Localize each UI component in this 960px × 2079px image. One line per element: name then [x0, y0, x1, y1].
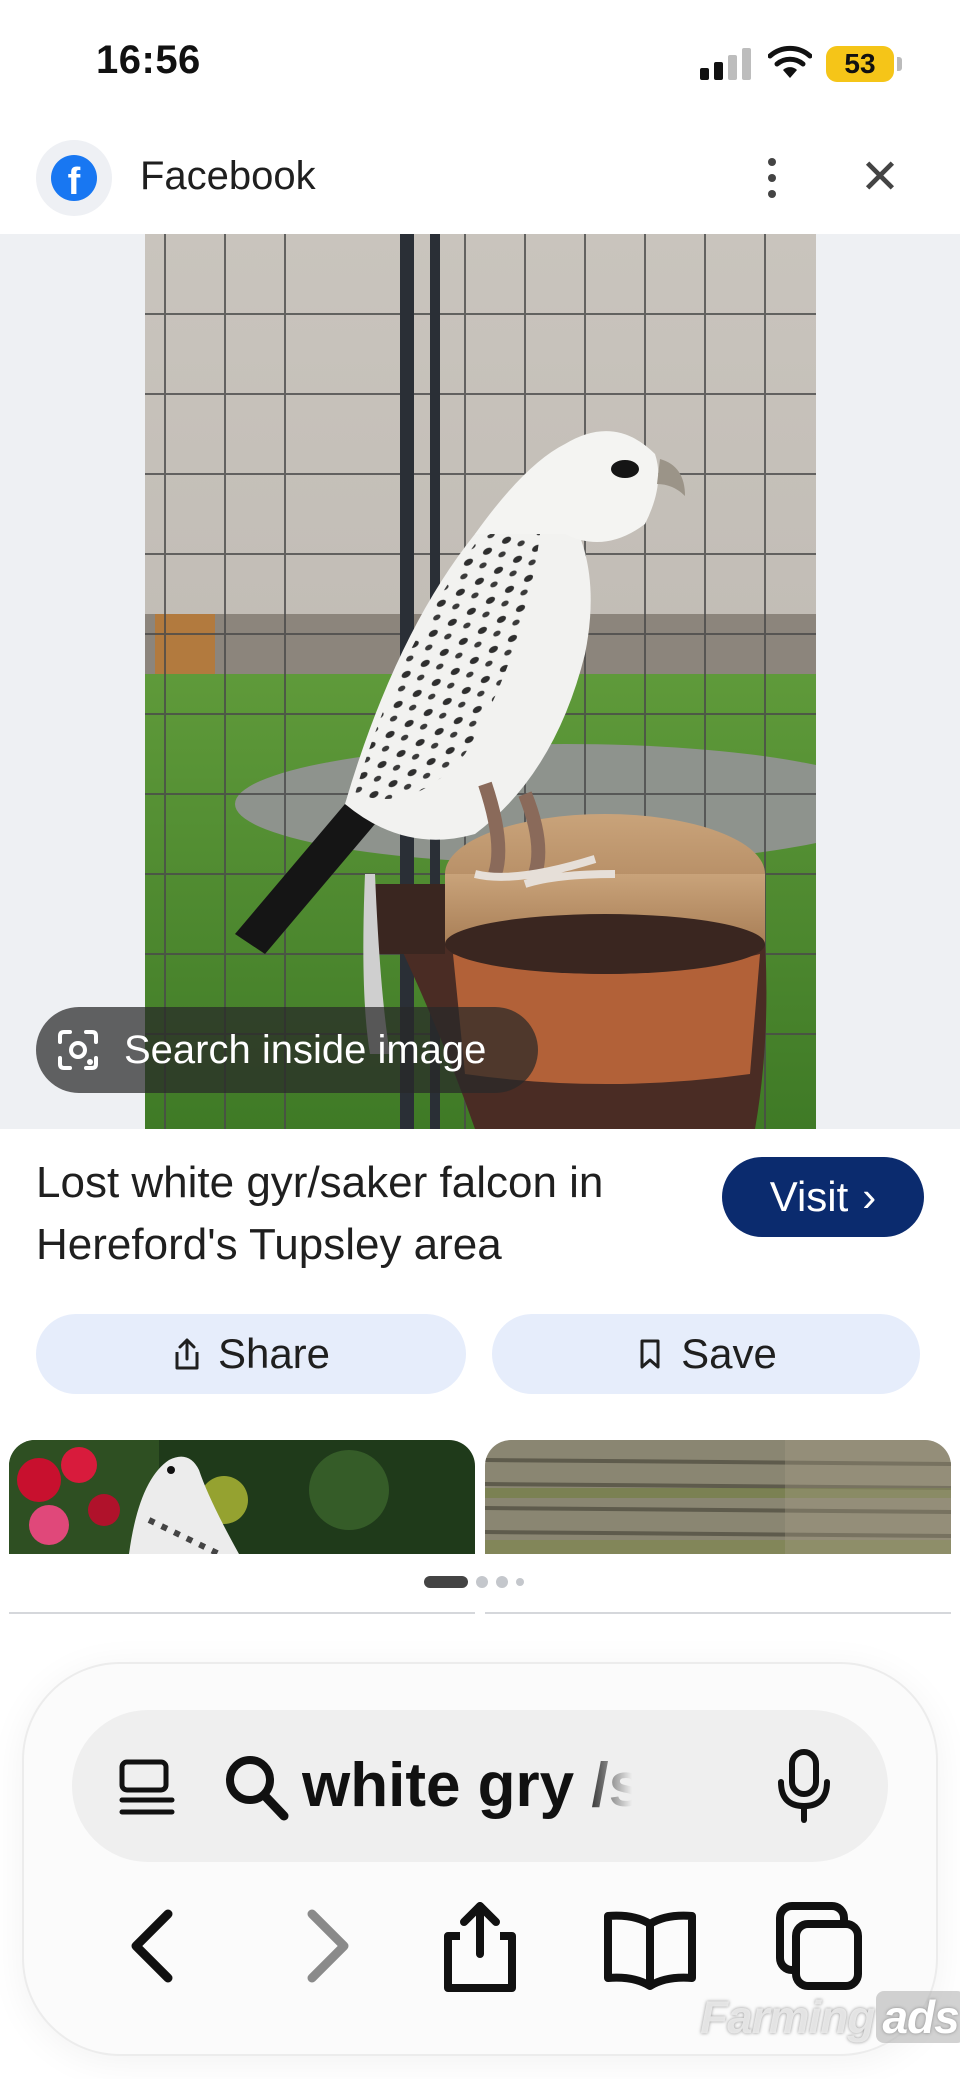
page-menu-icon[interactable]: [116, 1756, 178, 1818]
search-inside-image-button[interactable]: Search inside image: [36, 1007, 538, 1093]
battery-indicator: 53: [826, 46, 902, 82]
related-image-stone-wall: [485, 1440, 951, 1554]
watermark-logo: Farming ads: [700, 1990, 960, 2044]
status-time: 16:56: [96, 38, 201, 82]
falcon-photo[interactable]: [145, 234, 816, 1129]
share-label: Share: [217, 1330, 331, 1377]
pager-dot: [516, 1578, 524, 1586]
share-button[interactable]: Share: [36, 1314, 466, 1394]
watermark-text-b: ads: [876, 1991, 960, 2043]
facebook-logo-icon: f: [36, 140, 112, 216]
status-bar: 16:56 53: [0, 0, 960, 130]
search-query[interactable]: white gry /saker: [302, 1750, 632, 1822]
save-label: Save: [681, 1330, 777, 1377]
bookmarks-book-icon[interactable]: [600, 1896, 700, 1996]
chevron-right-icon: ›: [862, 1173, 877, 1220]
image-preview-area: Search inside image: [0, 234, 960, 1129]
close-icon[interactable]: ✕: [854, 150, 906, 206]
divider: [485, 1612, 951, 1614]
pager-dot-active: [424, 1576, 468, 1588]
search-inside-image-label: Search inside image: [124, 1027, 487, 1072]
share-icon[interactable]: [430, 1896, 530, 1996]
source-header: f Facebook ✕: [0, 130, 960, 234]
wifi-icon: [768, 45, 812, 78]
microphone-icon[interactable]: [776, 1748, 832, 1824]
result-title[interactable]: Lost white gyr/saker falcon in Hereford'…: [36, 1152, 686, 1276]
pager-dot: [476, 1576, 488, 1588]
carousel-pager: [424, 1576, 524, 1588]
tabs-icon[interactable]: [768, 1896, 868, 1996]
save-button[interactable]: Save: [492, 1314, 920, 1394]
visit-label: Visit: [769, 1173, 849, 1220]
divider: [9, 1612, 475, 1614]
back-arrow-icon[interactable]: [106, 1896, 206, 1996]
watermark-text-a: Farming: [700, 1991, 875, 2043]
related-image-flowers-falcon: [9, 1440, 475, 1554]
bookmark-icon: [640, 1339, 660, 1369]
pager-dot: [496, 1576, 508, 1588]
lens-icon: [58, 1030, 98, 1070]
search-icon: [226, 1756, 289, 1821]
address-search-bar[interactable]: white gry /saker: [72, 1710, 888, 1862]
forward-arrow-icon[interactable]: [274, 1896, 374, 1996]
visit-button[interactable]: Visit ›: [722, 1157, 924, 1237]
related-image-thumbnail[interactable]: [9, 1440, 475, 1554]
more-options-icon[interactable]: [750, 150, 794, 206]
related-image-thumbnail[interactable]: [485, 1440, 951, 1554]
share-icon: [175, 1338, 199, 1370]
source-site-name[interactable]: Facebook: [140, 154, 316, 199]
cellular-signal-icon: [700, 48, 751, 80]
